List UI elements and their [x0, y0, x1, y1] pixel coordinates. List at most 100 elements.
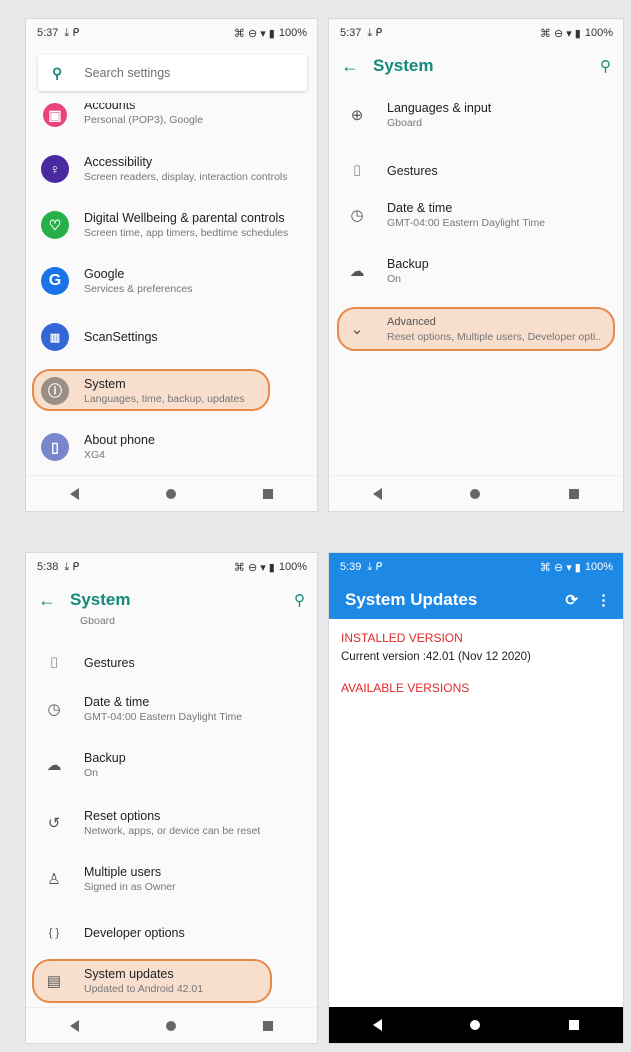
settings-item-subtitle: Personal (POP3), Google — [84, 113, 204, 126]
recents-nav-icon[interactable] — [568, 1020, 579, 1030]
system-update-icon: ▤ — [46, 973, 62, 990]
braces-icon: { } — [48, 927, 60, 939]
backup-icon: ☁ — [349, 263, 365, 280]
battery-percent: 100% — [584, 561, 613, 573]
page-title: System Updates — [345, 590, 478, 609]
settings-item-subtitle: Screen time, app timers, bedtime schedul… — [84, 226, 289, 239]
item-title: System updates — [84, 966, 174, 981]
refresh-icon[interactable]: ⟳ — [565, 591, 578, 609]
settings-item-subtitle: Screen readers, display, interaction con… — [84, 170, 288, 183]
settings-item-title: Digital Wellbeing & parental controls — [84, 210, 285, 225]
item-title: Advanced — [387, 315, 436, 328]
available-versions-label: AVAILABLE VERSIONS — [341, 681, 470, 695]
back-nav-icon[interactable] — [69, 1019, 79, 1032]
system-item-reset-options[interactable]: ↺ Reset options Network, apps, or device… — [26, 803, 317, 843]
accounts-icon: ▣ — [43, 103, 67, 127]
settings-item-accounts[interactable]: ▣ Accounts Personal (POP3), Google — [26, 103, 317, 137]
item-title: Backup — [387, 256, 429, 271]
page-title: System — [70, 590, 131, 609]
settings-item-digital-wellbeing[interactable]: ♡ Digital Wellbeing & parental controls … — [26, 205, 317, 245]
system-item-date-time[interactable]: ◷ Date & time GMT-04:00 Eastern Daylight… — [26, 689, 317, 729]
navigation-bar — [26, 475, 317, 511]
page-title: System — [373, 56, 434, 75]
navigation-bar — [329, 475, 623, 511]
settings-item-system[interactable]: ⓘ System Languages, time, backup, update… — [26, 371, 317, 411]
system-status-icons: ⌘ ⊖ ▾ ▮ — [233, 561, 275, 574]
current-version-text: Current version :42.01 (Nov 12 2020) — [341, 651, 531, 663]
person-icon: ♙ — [47, 871, 61, 888]
app-bar: ← System ⚲ — [329, 47, 623, 85]
system-status-icons: ⌘ ⊖ ▾ ▮ — [539, 27, 581, 40]
settings-item-subtitle: Languages, time, backup, updates — [84, 392, 245, 405]
system-item-gestures[interactable]: ⌷ Gestures — [26, 643, 317, 683]
system-item-backup[interactable]: ☁ Backup On — [329, 251, 623, 291]
navigation-bar — [26, 1007, 317, 1043]
system-item-advanced[interactable]: ⌄ Advanced Reset options, Multiple users… — [329, 309, 623, 349]
system-item-developer-options[interactable]: { } Developer options — [26, 913, 317, 953]
settings-item-subtitle: XG4 — [84, 448, 106, 461]
battery-percent: 100% — [278, 27, 307, 39]
clock-icon: ◷ — [350, 207, 364, 224]
phone-icon: ▯ — [41, 433, 69, 461]
back-arrow-icon[interactable]: ← — [341, 56, 373, 77]
notification-icons: ⤓ ᑭ — [64, 27, 80, 39]
recents-nav-icon[interactable] — [263, 488, 274, 499]
system-item-date-time[interactable]: ◷ Date & time GMT-04:00 Eastern Daylight… — [329, 195, 623, 235]
back-nav-icon[interactable] — [69, 487, 79, 500]
item-subtitle: Updated to Android 42.01 — [84, 982, 204, 995]
recents-nav-icon[interactable] — [568, 488, 579, 499]
system-item-system-updates[interactable]: ▤ System updates Updated to Android 42.0… — [26, 961, 317, 1001]
back-arrow-icon[interactable]: ← — [38, 590, 70, 611]
notification-icons: ⤓ ᑭ — [367, 27, 383, 39]
status-time: 5:37 — [37, 27, 59, 39]
home-nav-icon[interactable] — [165, 488, 176, 499]
home-nav-icon[interactable] — [165, 1020, 176, 1031]
settings-item-accessibility[interactable]: ♀ Accessibility Screen readers, display,… — [26, 149, 317, 189]
system-item-gestures[interactable]: ⌷ Gestures — [329, 151, 623, 191]
item-subtitle: Reset options, Multiple users, Developer… — [387, 330, 602, 343]
system-updates-screen: 5:39 ⤓ ᑭ ⌘ ⊖ ▾ ▮ 100% System Updates ⟳ ⋮… — [328, 552, 624, 1044]
clock-icon: ◷ — [47, 701, 61, 718]
system-status-icons: ⌘ ⊖ ▾ ▮ — [233, 27, 275, 40]
info-icon: ⓘ — [41, 377, 69, 405]
accessibility-icon: ♀ — [41, 155, 69, 183]
chevron-down-icon: ⌄ — [350, 321, 364, 338]
settings-item-scansettings[interactable]: ▥ ScanSettings — [26, 317, 317, 357]
item-title: Languages & input — [387, 100, 492, 115]
reset-icon: ↺ — [47, 815, 61, 832]
settings-item-google[interactable]: G Google Services & preferences — [26, 261, 317, 301]
settings-item-subtitle: Services & preferences — [84, 282, 193, 295]
item-subtitle: On — [387, 272, 402, 285]
item-subtitle: Gboard — [387, 116, 423, 129]
item-title: Gestures — [387, 163, 438, 178]
gestures-icon: ⌷ — [352, 162, 362, 180]
item-subtitle: GMT-04:00 Eastern Daylight Time — [387, 216, 546, 229]
search-icon: ⚲ — [52, 64, 63, 81]
status-bar: 5:39 ⤓ ᑭ ⌘ ⊖ ▾ ▮ 100% — [329, 553, 623, 581]
back-nav-icon[interactable] — [373, 487, 383, 500]
partial-subtitle: Gboard — [80, 617, 116, 627]
backup-icon: ☁ — [46, 757, 62, 774]
settings-item-about-phone[interactable]: ▯ About phone XG4 — [26, 427, 317, 467]
recents-nav-icon[interactable] — [263, 1020, 274, 1031]
system-expanded-screen: 5:38 ⤓ ᑭ ⌘ ⊖ ▾ ▮ 100% ← System ⚲ Gboard … — [25, 552, 318, 1044]
wellbeing-icon: ♡ — [41, 211, 69, 239]
installed-version-label: INSTALLED VERSION — [341, 631, 463, 645]
back-nav-icon[interactable] — [373, 1019, 383, 1031]
system-item-backup[interactable]: ☁ Backup On — [26, 745, 317, 785]
search-icon[interactable]: ⚲ — [294, 591, 305, 609]
search-icon[interactable]: ⚲ — [600, 57, 611, 75]
settings-screen: 5:37 ⤓ ᑭ ⌘ ⊖ ▾ ▮ 100% ⚲ Search settings … — [25, 18, 318, 512]
more-options-icon[interactable]: ⋮ — [596, 591, 611, 609]
status-time: 5:37 — [340, 27, 362, 39]
home-nav-icon[interactable] — [470, 1020, 481, 1030]
settings-item-title: System — [84, 376, 126, 391]
home-nav-icon[interactable] — [470, 488, 481, 499]
notification-icons: ⤓ ᑭ — [64, 561, 80, 573]
system-item-multiple-users[interactable]: ♙ Multiple users Signed in as Owner — [26, 859, 317, 899]
item-subtitle: Network, apps, or device can be reset — [84, 824, 261, 837]
search-settings-bar[interactable]: ⚲ Search settings — [38, 55, 307, 91]
system-item-languages[interactable]: ⊕ Languages & input Gboard — [329, 95, 623, 135]
status-time: 5:39 — [340, 561, 362, 573]
search-placeholder: Search settings — [84, 66, 171, 80]
